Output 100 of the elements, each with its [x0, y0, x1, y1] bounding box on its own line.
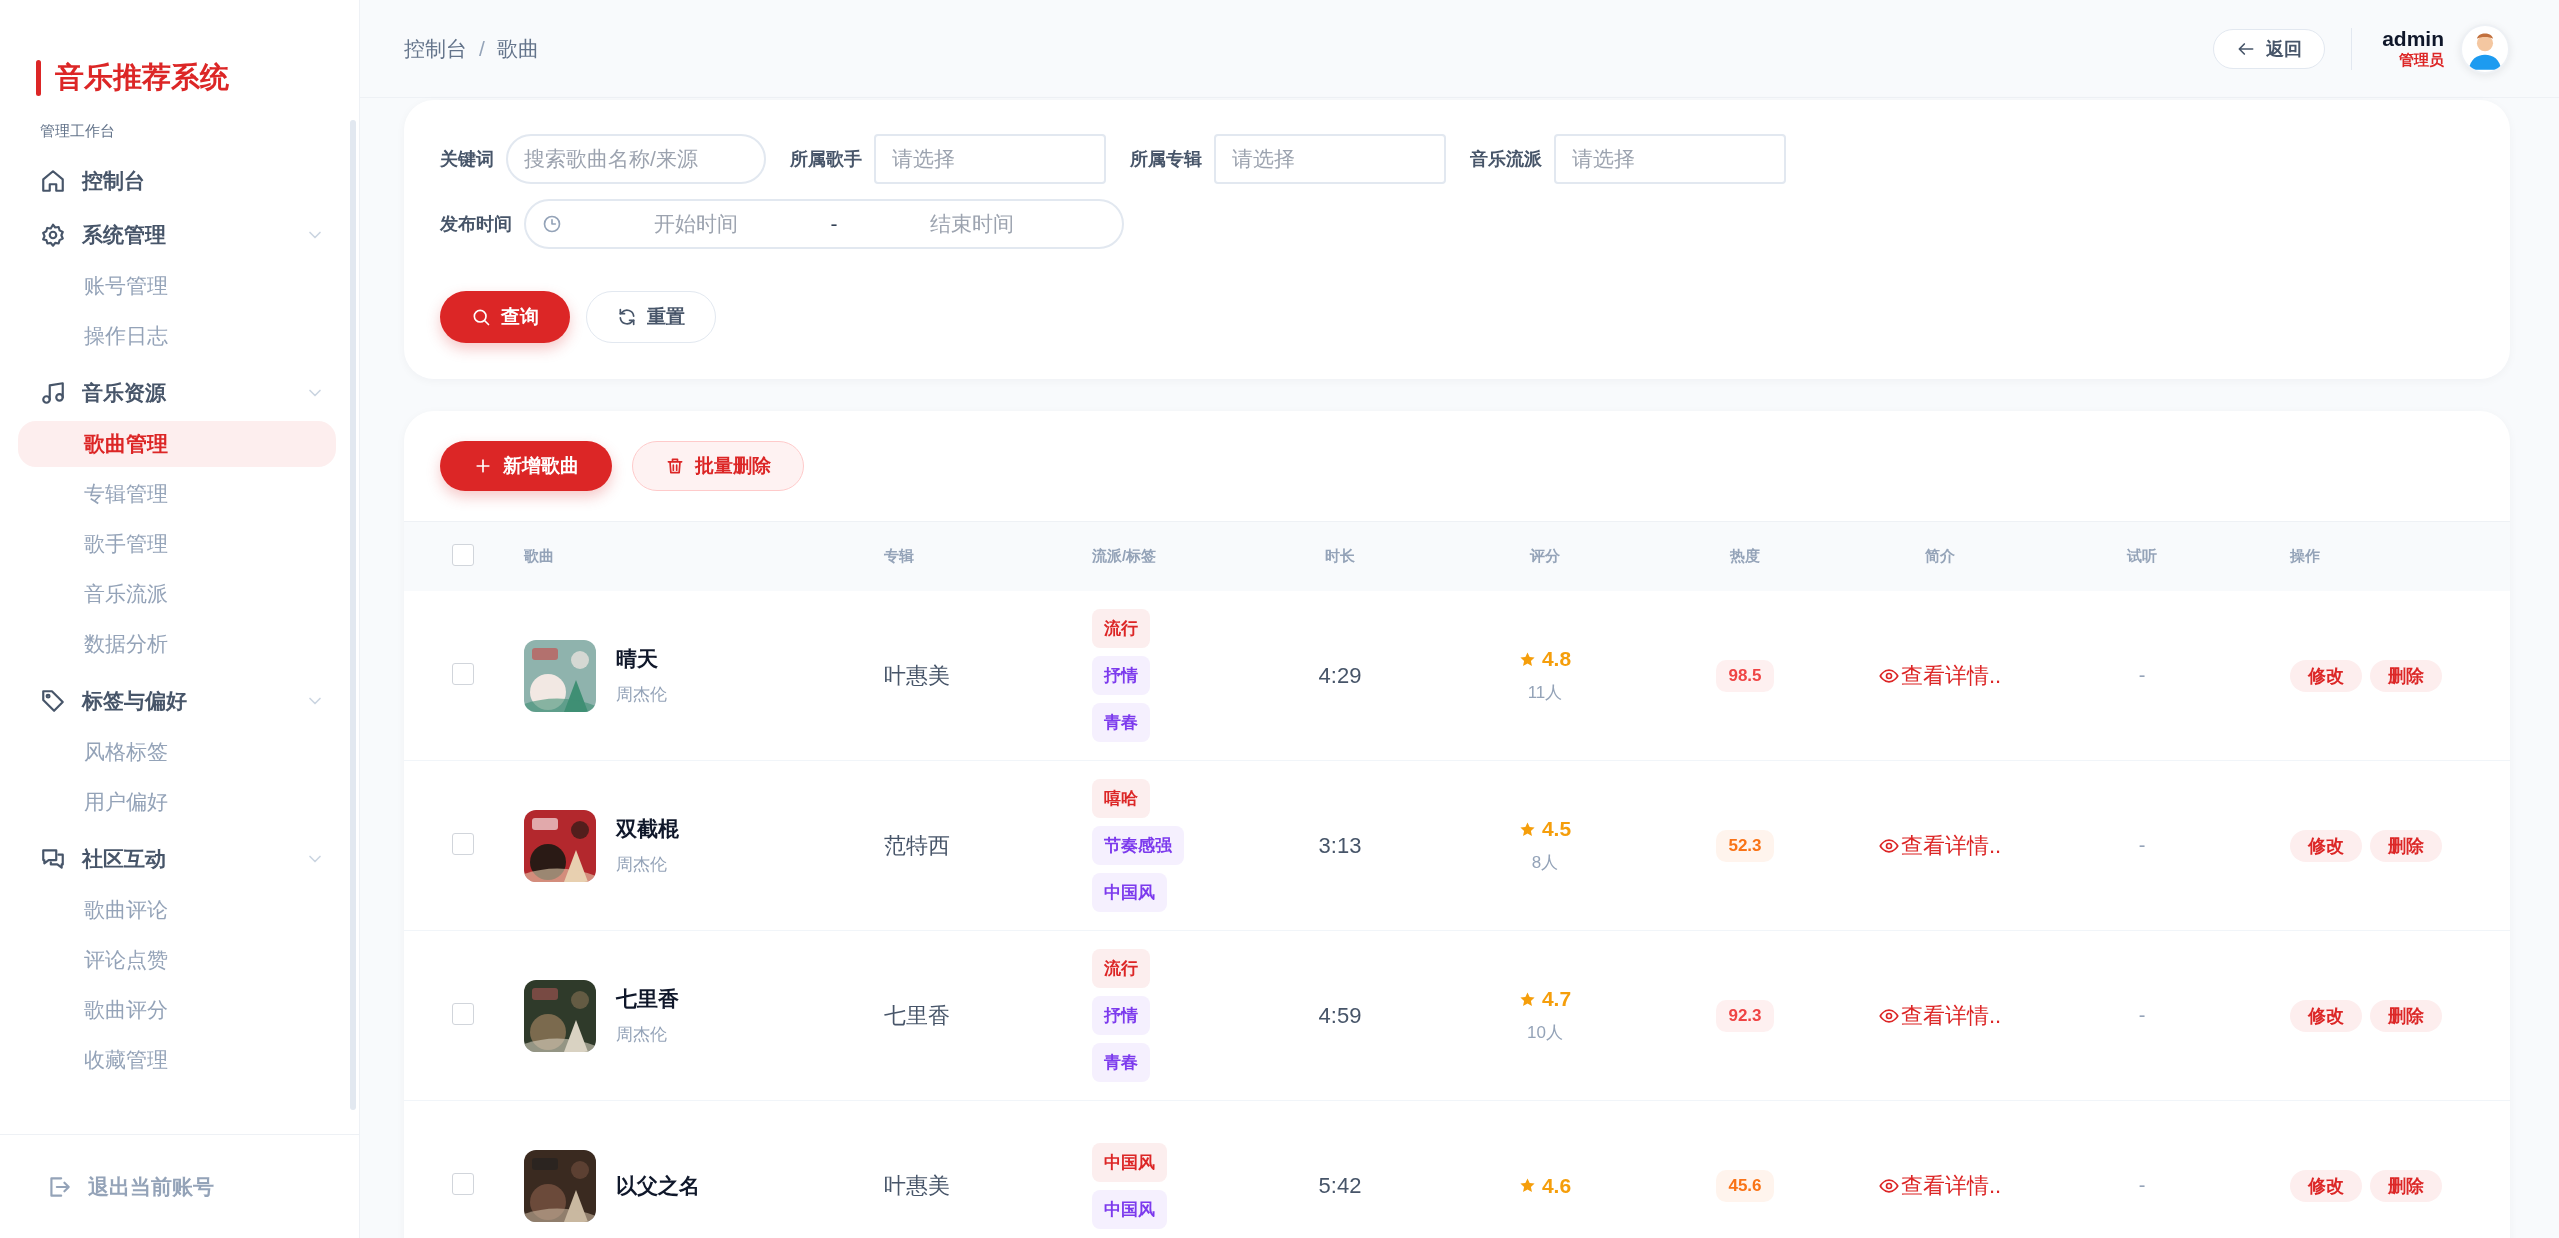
field-label: 发布时间 — [440, 213, 512, 236]
nav-item[interactable]: 账号管理 — [18, 263, 336, 309]
user-name: admin — [2382, 27, 2444, 51]
rating-value: 4.6 — [1541, 1173, 1572, 1198]
nav-group[interactable]: 系统管理 — [40, 213, 339, 257]
field-label: 关键词 — [440, 148, 494, 171]
checkbox[interactable] — [452, 1002, 474, 1025]
nav-item[interactable]: 数据分析 — [18, 621, 336, 667]
field-label: 所属歌手 — [790, 148, 862, 171]
select-field[interactable]: 请选择 — [1554, 134, 1786, 184]
home-icon — [40, 168, 66, 194]
nav-group[interactable]: 音乐资源 — [40, 371, 339, 415]
nav-item[interactable]: 风格标签 — [18, 729, 336, 775]
table-cell: - — [2138, 1174, 2146, 1196]
select-field[interactable]: 请选择 — [1214, 134, 1446, 184]
select-field[interactable]: 请选择 — [874, 134, 1106, 184]
breadcrumb-separator: / — [479, 36, 485, 61]
nav-group[interactable]: 标签与偏好 — [40, 679, 339, 723]
nav-item[interactable]: 用户偏好 — [18, 779, 336, 825]
genre-tag: 流行 — [1092, 609, 1150, 648]
nav-item[interactable]: 控制台 — [40, 159, 339, 203]
checkbox[interactable] — [452, 662, 474, 685]
refresh-icon — [617, 307, 637, 327]
end-date-field[interactable]: 结束时间 — [837, 211, 1106, 237]
rating-count: 8人 — [1531, 852, 1559, 874]
checkbox[interactable] — [452, 832, 474, 855]
column-header: 热度 — [1730, 547, 1760, 566]
trash-icon — [665, 456, 685, 476]
nav-item[interactable]: 音乐流派 — [18, 571, 336, 617]
date-range-field[interactable]: 开始时间 - 结束时间 — [524, 199, 1124, 249]
field-label: 音乐流派 — [1470, 148, 1542, 171]
batch-delete-button[interactable]: 批量删除 — [632, 441, 804, 491]
nav-item[interactable]: 歌曲管理 — [18, 421, 336, 467]
add-button[interactable]: 新增歌曲 — [440, 441, 612, 491]
rating-count: 11人 — [1527, 682, 1563, 704]
rating-count: 10人 — [1527, 1022, 1563, 1044]
nav-item[interactable]: 歌曲评论 — [18, 887, 336, 933]
artist-name: 周杰伦 — [616, 854, 668, 876]
star-icon — [1518, 990, 1536, 1008]
edit-button[interactable]: 修改 — [2290, 1169, 2362, 1202]
delete-button[interactable]: 删除 — [2370, 659, 2442, 692]
star-icon — [1518, 820, 1536, 838]
table-cell: 叶惠美 — [884, 662, 950, 688]
search-field[interactable]: 搜索歌曲名称/来源 — [506, 134, 766, 184]
nav-item[interactable]: 操作日志 — [18, 313, 336, 359]
nav-item[interactable]: 歌曲评分 — [18, 987, 336, 1033]
reset-button[interactable]: 重置 — [586, 291, 716, 343]
column-header: 流派/标签 — [1092, 547, 1157, 564]
search-button[interactable]: 查询 — [440, 291, 570, 343]
breadcrumb-item[interactable]: 控制台 — [404, 34, 467, 63]
app-title: 音乐推荐系统 — [55, 60, 229, 95]
column-header: 评分 — [1530, 547, 1560, 564]
checkbox[interactable] — [452, 1172, 474, 1195]
column-header: 操作 — [2290, 547, 2320, 564]
edit-button[interactable]: 修改 — [2290, 829, 2362, 862]
checkbox[interactable] — [452, 543, 474, 566]
delete-button[interactable]: 删除 — [2370, 829, 2442, 862]
rating-value: 4.8 — [1541, 647, 1572, 671]
chat-icon — [40, 846, 66, 872]
genre-tag: 中国风 — [1092, 873, 1167, 912]
nav-item[interactable]: 专辑管理 — [18, 471, 336, 517]
heat-badge: 98.5 — [1716, 659, 1774, 692]
star-icon — [1518, 650, 1536, 668]
scrollbar[interactable] — [350, 120, 356, 1110]
genre-tag: 节奏感强 — [1092, 826, 1184, 865]
nav-item[interactable]: 收藏管理 — [18, 1037, 336, 1083]
delete-button[interactable]: 删除 — [2370, 1169, 2442, 1202]
nav-group[interactable]: 社区互动 — [40, 837, 339, 881]
heat-badge: 92.3 — [1716, 999, 1774, 1032]
edit-button[interactable]: 修改 — [2290, 659, 2362, 692]
delete-button[interactable]: 删除 — [2370, 999, 2442, 1032]
column-header: 歌曲 — [524, 547, 554, 564]
table-cell: 4:29 — [1318, 662, 1362, 688]
song-title: 双截棍 — [616, 816, 679, 842]
table-cell: - — [2138, 834, 2146, 856]
settings-icon — [40, 222, 66, 248]
genre-tag: 中国风 — [1092, 1189, 1167, 1229]
tag-icon — [40, 688, 66, 714]
nav-item[interactable]: 评论点赞 — [18, 937, 336, 983]
breadcrumb-item: 歌曲 — [496, 35, 539, 62]
table-cell: - — [2138, 1004, 2146, 1026]
table-cell: 5:42 — [1318, 1172, 1362, 1198]
genre-tag: 流行 — [1092, 949, 1150, 988]
edit-button[interactable]: 修改 — [2290, 999, 2362, 1032]
table-cell: 叶惠美 — [884, 1172, 950, 1198]
nav-item[interactable]: 歌手管理 — [18, 521, 336, 567]
clock-icon — [542, 214, 562, 234]
column-header: 专辑 — [884, 547, 914, 564]
logout-button[interactable]: 退出当前账号 — [46, 1172, 214, 1201]
column-header: 简介 — [1925, 547, 1955, 566]
table-cell: 4:59 — [1318, 1002, 1362, 1028]
start-date-field[interactable]: 开始时间 — [562, 211, 831, 237]
range-separator: - — [830, 212, 838, 236]
column-header: 时长 — [1325, 547, 1355, 564]
table-cell: 范特西 — [884, 832, 950, 858]
song-title: 以父之名 — [616, 1172, 700, 1199]
field-label: 所属专辑 — [1130, 148, 1202, 171]
section-label: 管理工作台 — [39, 122, 116, 141]
star-icon — [1518, 1177, 1536, 1194]
back-button[interactable]: 返回 — [2213, 28, 2326, 69]
